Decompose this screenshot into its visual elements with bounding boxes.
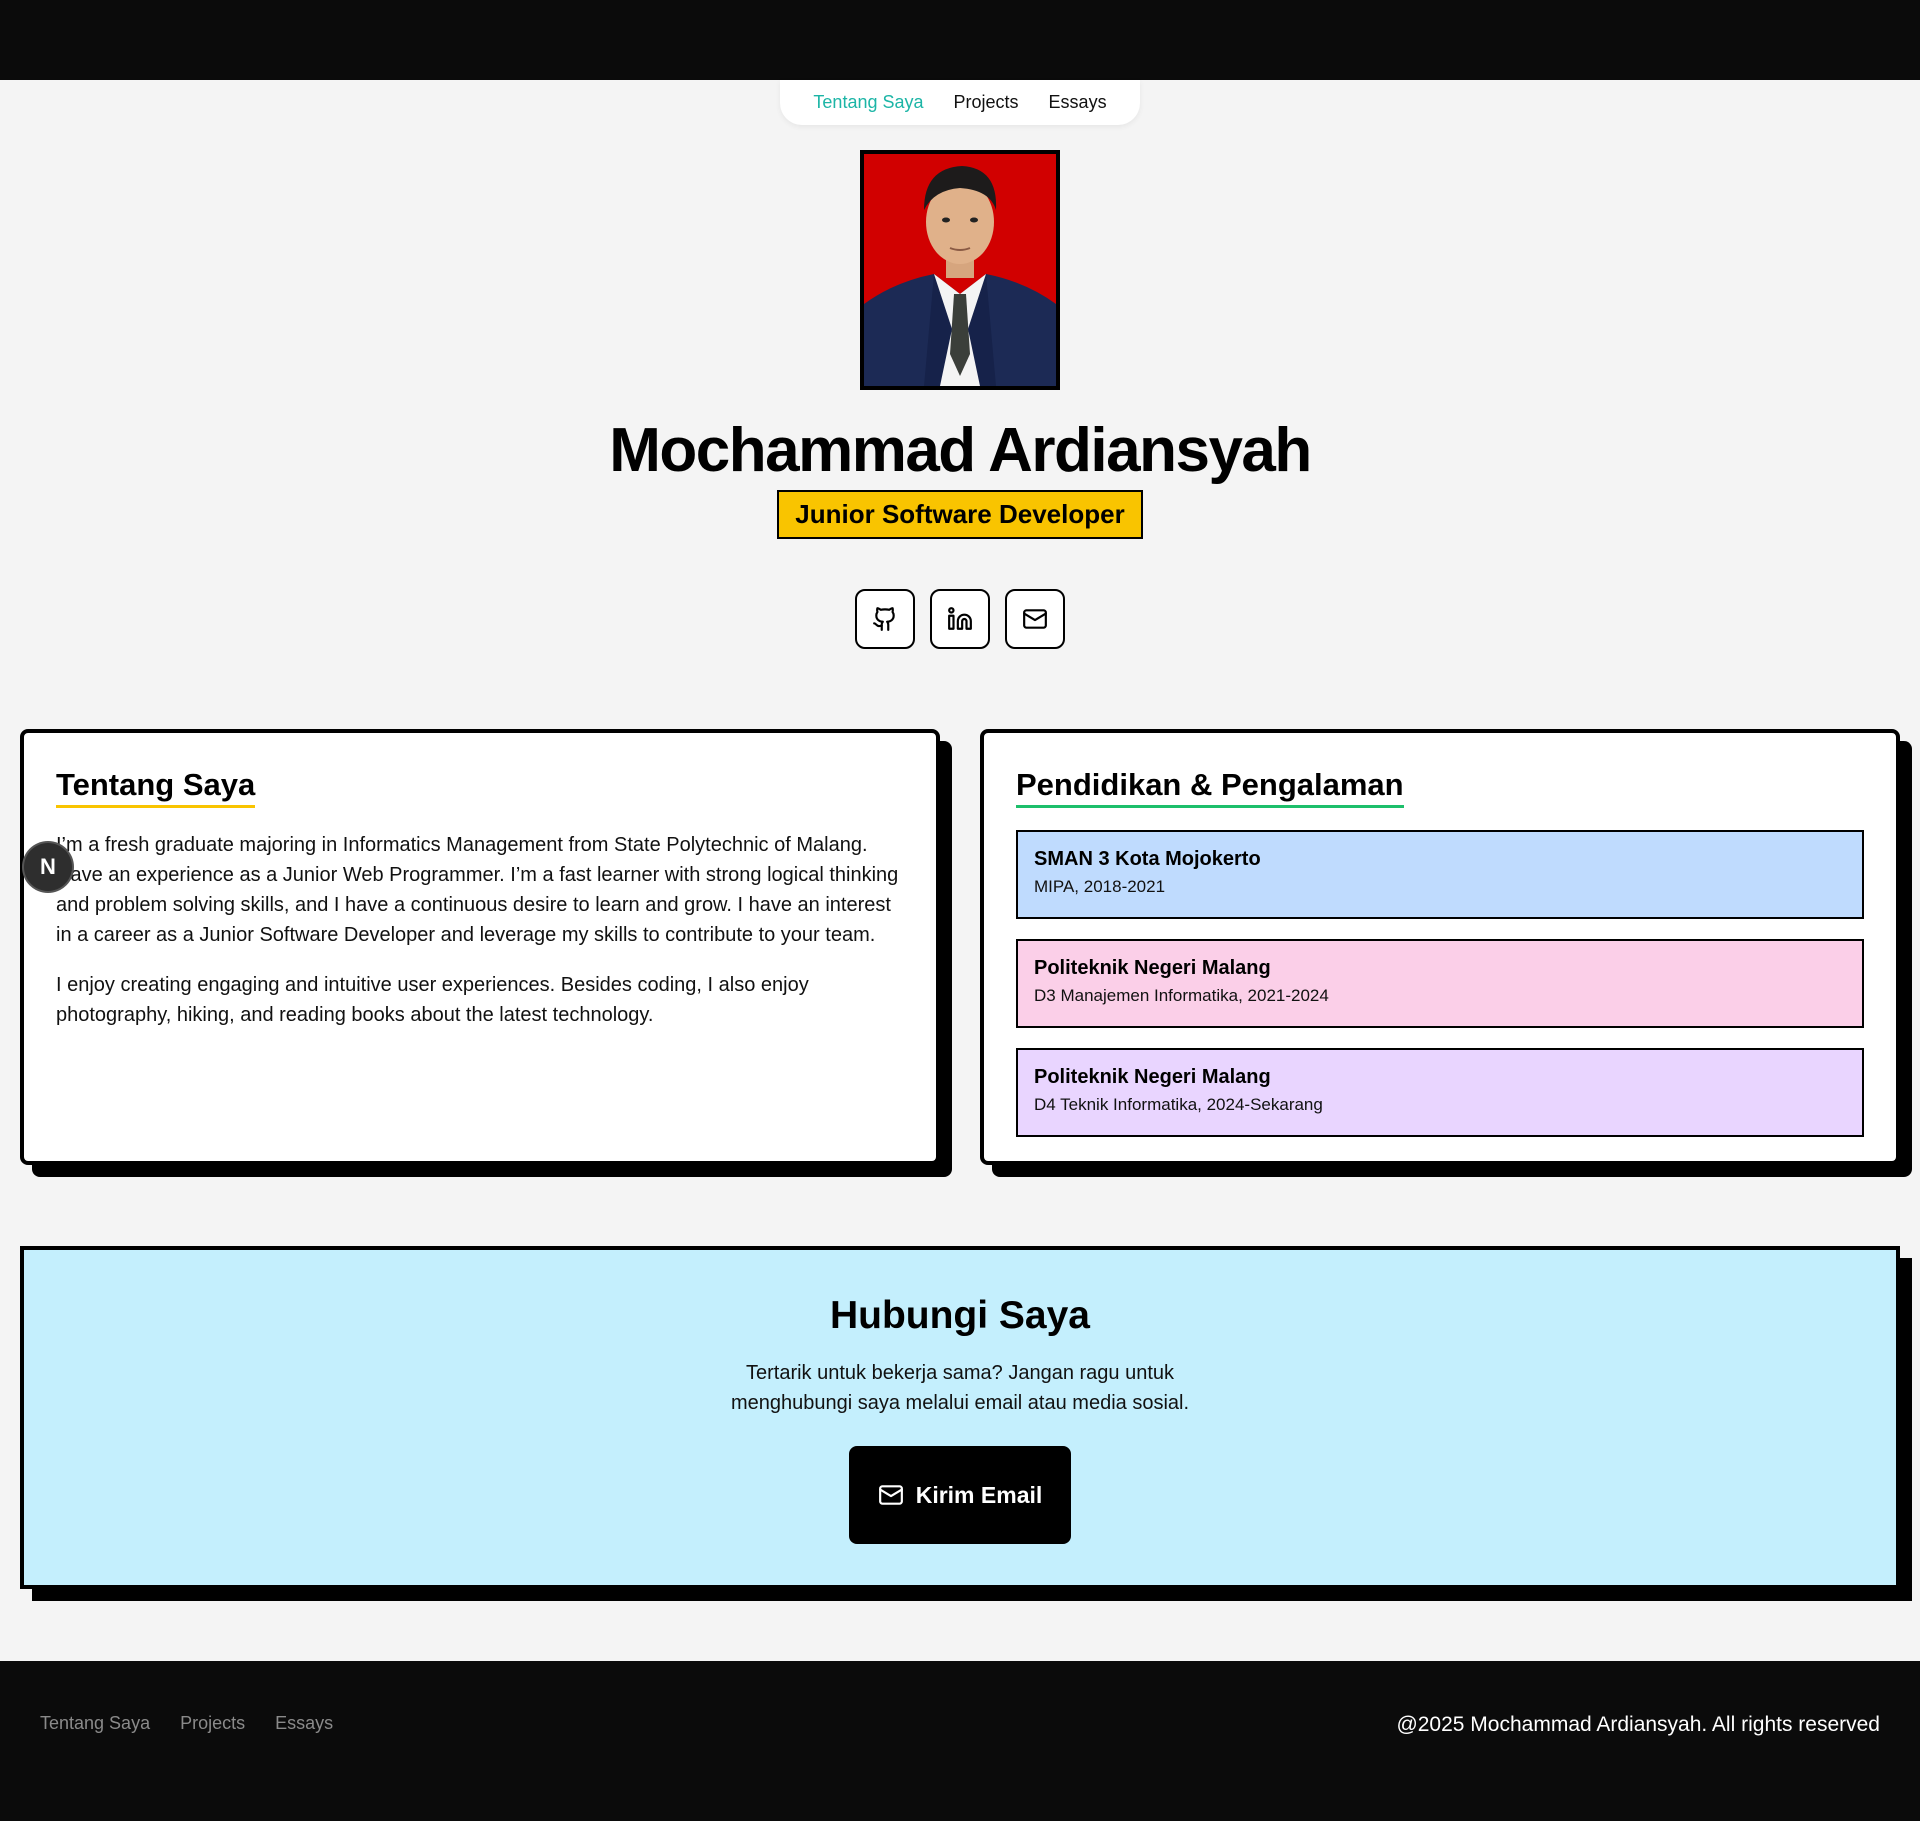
education-list: SMAN 3 Kota Mojokerto MIPA, 2018-2021 Po… (1016, 830, 1864, 1137)
about-text: I’m a fresh graduate majoring in Informa… (56, 830, 904, 1030)
education-item: SMAN 3 Kota Mojokerto MIPA, 2018-2021 (1016, 830, 1864, 919)
send-email-button[interactable]: Kirim Email (849, 1446, 1071, 1544)
profile-photo (860, 150, 1060, 390)
about-paragraph: I enjoy creating engaging and intuitive … (56, 974, 809, 1026)
education-title: Pendidikan & Pengalaman (1016, 767, 1404, 808)
education-school: Politeknik Negeri Malang (1034, 957, 1271, 979)
email-button[interactable] (1005, 589, 1065, 649)
about-card: Tentang Saya I’m a fresh graduate majori… (20, 729, 940, 1165)
nav-item-projects[interactable]: Projects (954, 92, 1019, 113)
profile-portrait-illustration (864, 154, 1056, 386)
nav-item-essays[interactable]: Essays (1049, 92, 1107, 113)
footer-link-essays[interactable]: Essays (275, 1713, 333, 1734)
education-item: Politeknik Negeri Malang D4 Teknik Infor… (1016, 1048, 1864, 1137)
education-school: SMAN 3 Kota Mojokerto (1034, 848, 1261, 870)
about-paragraph: I’m a fresh graduate majoring in Informa… (56, 834, 899, 946)
education-item: Politeknik Negeri Malang D3 Manajemen In… (1016, 939, 1864, 1028)
education-school: Politeknik Negeri Malang (1034, 1066, 1271, 1088)
profile-name: Mochammad Ardiansyah (609, 416, 1312, 485)
footer-link-tentang-saya[interactable]: Tentang Saya (40, 1713, 150, 1734)
about-title: Tentang Saya (56, 767, 256, 808)
github-button[interactable] (855, 589, 915, 649)
nav-item-tentang-saya[interactable]: Tentang Saya (813, 92, 923, 113)
github-icon (873, 607, 895, 631)
mail-icon (1023, 609, 1047, 629)
footer-link-projects[interactable]: Projects (180, 1713, 245, 1734)
nextjs-dev-badge[interactable]: N (24, 843, 72, 891)
linkedin-button[interactable] (930, 589, 990, 649)
contact-text: Tertarik untuk bekerja sama? Jangan ragu… (730, 1362, 1190, 1414)
mail-icon (878, 1485, 903, 1505)
top-bar (0, 0, 1920, 80)
contact-title: Hubungi Saya (829, 1294, 1091, 1337)
send-email-label: Kirim Email (915, 1481, 1043, 1508)
role-badge: Junior Software Developer (777, 490, 1143, 539)
education-detail: D3 Manajemen Informatika, 2021-2024 (1034, 986, 1329, 1005)
social-links (855, 589, 1065, 649)
education-detail: MIPA, 2018-2021 (1034, 877, 1166, 896)
education-detail: D4 Teknik Informatika, 2024-Sekarang (1034, 1095, 1323, 1114)
contact-section: Hubungi Saya Tertarik untuk bekerja sama… (20, 1246, 1900, 1589)
education-card: Pendidikan & Pengalaman SMAN 3 Kota Mojo… (980, 729, 1900, 1165)
footer-nav: Tentang Saya Projects Essays (40, 1713, 333, 1734)
linkedin-icon (948, 607, 972, 630)
main-nav: Tentang Saya Projects Essays (780, 80, 1140, 125)
footer: Tentang Saya Projects Essays @2025 Mocha… (0, 1661, 1920, 1821)
copyright-text: @2025 Mochammad Ardiansyah. All rights r… (1396, 1713, 1880, 1736)
